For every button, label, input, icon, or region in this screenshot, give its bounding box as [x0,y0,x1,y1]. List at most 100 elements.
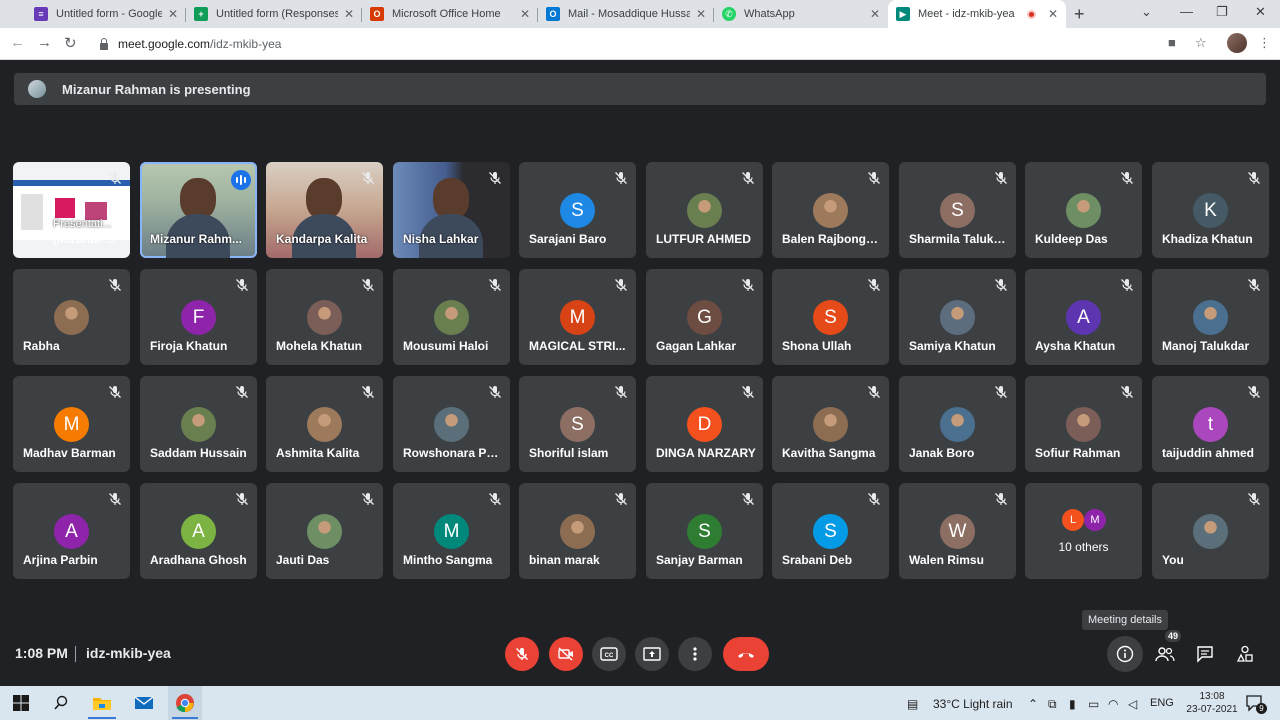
participant-tile[interactable]: S Sanjay Barman [646,483,763,579]
participant-tile[interactable]: Saddam Hussain [140,376,257,472]
participant-tile[interactable]: Rowshonara Pa... [393,376,510,472]
profile-avatar[interactable] [1227,33,1247,53]
participant-tile[interactable]: Manoj Talukdar [1152,269,1269,365]
participant-name: Saddam Hussain [150,446,247,460]
avatar: M [434,514,469,549]
participant-tile[interactable]: F Firoja Khatun [140,269,257,365]
camera-in-use-icon[interactable]: ■ [1168,35,1176,50]
close-icon[interactable]: ✕ [520,7,530,21]
participant-tile[interactable]: S Sharmila Talukd... [899,162,1016,258]
participant-tile[interactable]: Ashmita Kalita [266,376,383,472]
close-icon[interactable]: ✕ [168,7,178,21]
more-options-button[interactable] [678,637,712,671]
participant-tile[interactable]: L M 10 others [1025,483,1142,579]
search-icon[interactable] [50,692,72,714]
participant-tile[interactable]: Janak Boro [899,376,1016,472]
window-close-button[interactable]: ✕ [1255,4,1266,20]
mic-off-button[interactable] [505,637,539,671]
participant-tile[interactable]: S Shona Ullah [772,269,889,365]
battery-icon[interactable]: ▭ [1088,697,1099,711]
tab-whatsapp[interactable]: ✆ WhatsApp ✕ [714,0,888,28]
file-explorer-icon[interactable] [91,692,113,714]
meet-now-icon[interactable]: ⧉ [1048,697,1057,712]
weather-icon[interactable]: ▤ [907,697,918,711]
leave-call-button[interactable] [723,637,769,671]
participant-tile[interactable]: A Aradhana Ghosh [140,483,257,579]
bookmark-star-icon[interactable]: ☆ [1195,35,1207,51]
browser-menu-icon[interactable]: ⋮ [1258,35,1271,51]
meeting-details-button[interactable] [1107,636,1143,672]
participant-tile[interactable]: G Gagan Lahkar [646,269,763,365]
present-now-button[interactable] [635,637,669,671]
participant-tile[interactable]: M Madhav Barman [13,376,130,472]
maximize-button[interactable]: ❐ [1216,4,1228,20]
close-icon[interactable]: ✕ [344,7,354,21]
participant-tile[interactable]: S Srabani Deb [772,483,889,579]
volume-icon[interactable]: ◁ [1128,697,1137,711]
presenting-banner: Mizanur Rahman is presenting [14,73,1266,105]
chat-button[interactable] [1191,640,1219,668]
participant-tile[interactable]: Rabha [13,269,130,365]
chrome-icon[interactable] [174,692,196,714]
participant-tile[interactable]: W Walen Rimsu [899,483,1016,579]
participant-tile[interactable]: A Arjina Parbin [13,483,130,579]
url-field[interactable]: meet.google.com/idz-mkib-yea [92,32,1222,56]
taskbar-clock[interactable]: 13:08 23-07-2021 [1182,690,1242,716]
mail-app-icon[interactable] [133,692,155,714]
participant-tile[interactable]: LUTFUR AHMED [646,162,763,258]
wifi-icon[interactable]: ◠ [1108,697,1118,711]
captions-button[interactable]: CC [592,637,626,671]
participant-tile[interactable]: K Khadiza Khatun [1152,162,1269,258]
participant-tile[interactable]: Kavitha Sangma [772,376,889,472]
participant-tile[interactable]: Presentati... (Mizanur ... [13,162,130,258]
participant-tile[interactable]: Mizanur Rahm... [140,162,257,258]
tab-google-forms[interactable]: ≡ Untitled form - Google Forms ✕ [26,0,186,28]
participant-count-badge: 49 [1165,630,1182,642]
participant-tile[interactable]: Mohela Khatun [266,269,383,365]
participant-name: LUTFUR AHMED [656,232,751,246]
tab-google-sheets[interactable]: + Untitled form (Responses) - Google She… [186,0,362,28]
participant-tile[interactable]: Balen Rajbongshi [772,162,889,258]
participant-tile[interactable]: Mousumi Haloi [393,269,510,365]
close-icon[interactable]: ✕ [1048,7,1058,21]
tab-search-icon[interactable]: ⌄ [1141,4,1152,20]
participant-tile[interactable]: You [1152,483,1269,579]
participant-tile[interactable]: Nisha Lahkar [393,162,510,258]
input-language[interactable]: ENG [1150,697,1174,709]
participant-tile[interactable]: S Sarajani Baro [519,162,636,258]
tab-office-home[interactable]: O Microsoft Office Home ✕ [362,0,538,28]
participants-button[interactable] [1151,640,1179,668]
mic-off-icon [516,648,528,660]
back-icon[interactable]: ← [10,34,25,51]
participant-tile[interactable]: Kandarpa Kalita [266,162,383,258]
show-hidden-icons[interactable]: ⌃ [1028,697,1038,711]
weather-text[interactable]: 33°C Light rain [933,697,1013,711]
close-icon[interactable]: ✕ [696,7,706,21]
participant-tile[interactable]: binan marak [519,483,636,579]
forward-icon[interactable]: → [37,34,52,51]
tab-google-meet[interactable]: ▶ Meet - idz-mkib-yea ✕ [888,0,1066,28]
camera-off-button[interactable] [549,637,583,671]
outlook-icon: O [546,7,560,21]
participant-tile[interactable]: Samiya Khatun [899,269,1016,365]
participant-tile[interactable]: Jauti Das [266,483,383,579]
reload-icon[interactable]: ↻ [64,34,77,52]
tab-outlook-mail[interactable]: O Mail - Mosaddique Hussain - Outlook ✕ [538,0,714,28]
participant-tile[interactable]: t taijuddin ahmed [1152,376,1269,472]
participant-tile[interactable]: D DINGA NARZARY [646,376,763,472]
windows-start-icon[interactable] [10,692,32,714]
participant-name: Mousumi Haloi [403,339,489,353]
microphone-icon[interactable]: ▮ [1069,697,1076,711]
meet-icon: ▶ [896,7,910,21]
participant-tile[interactable]: Sofiur Rahman [1025,376,1142,472]
participant-tile[interactable]: S Shoriful islam [519,376,636,472]
participant-tile[interactable]: M Mintho Sangma [393,483,510,579]
activities-button[interactable] [1231,640,1259,668]
participant-tile[interactable]: A Aysha Khatun [1025,269,1142,365]
participant-tile[interactable]: M MAGICAL STRI... [519,269,636,365]
close-icon[interactable]: ✕ [870,7,880,21]
avatar: D [687,407,722,442]
participant-tile[interactable]: Kuldeep Das [1025,162,1142,258]
minimize-button[interactable]: — [1180,4,1193,19]
new-tab-button[interactable]: + [1074,4,1085,25]
